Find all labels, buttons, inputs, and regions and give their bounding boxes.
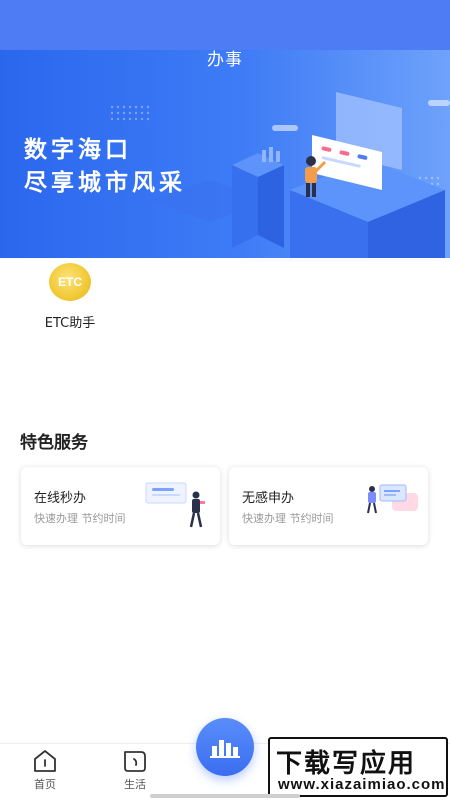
city-icon: [210, 740, 240, 758]
etc-icon-text: ETC: [58, 275, 82, 289]
card-title: 在线秒办: [34, 491, 87, 506]
card-subtitle: 快速办理 节约时间: [242, 512, 334, 525]
online-service-illustration: [145, 482, 205, 528]
page-title: 办事: [207, 50, 243, 70]
life-icon: [124, 751, 146, 772]
etc-assistant-label: ETC助手: [44, 316, 96, 331]
seamless-apply-illustration: [367, 484, 418, 514]
watermark-url: www.xiazaimiao.com: [278, 776, 446, 793]
tab-home[interactable]: 首页: [20, 749, 70, 792]
etc-assistant-entry[interactable]: ETC ETC助手: [30, 263, 110, 331]
center-city-button[interactable]: [196, 718, 254, 776]
tab-life-label: 生活: [124, 778, 146, 791]
watermark-logo: 下载写应用 www.xiazaimiao.com: [268, 737, 448, 797]
banner-headline: 数字海口: [24, 137, 132, 163]
home-indicator: [150, 794, 300, 798]
watermark-main: 下载写应用: [276, 749, 417, 779]
seamless-apply-card[interactable]: 无感申办 快速办理 节约时间: [229, 467, 428, 545]
card-title: 无感申办: [242, 491, 295, 506]
online-service-card[interactable]: 在线秒办 快速办理 节约时间: [21, 467, 220, 545]
featured-services-title: 特色服务: [20, 433, 88, 453]
banner-subheadline: 尽享城市风采: [24, 170, 186, 196]
card-subtitle: 快速办理 节约时间: [34, 512, 126, 525]
banner[interactable]: 数字海口 尽享城市风采: [0, 50, 450, 258]
tab-life[interactable]: 生活: [110, 749, 160, 792]
top-strip: [0, 0, 450, 50]
etc-coin-icon: ETC: [49, 263, 91, 301]
tab-home-label: 首页: [34, 778, 56, 791]
home-icon: [34, 750, 56, 772]
